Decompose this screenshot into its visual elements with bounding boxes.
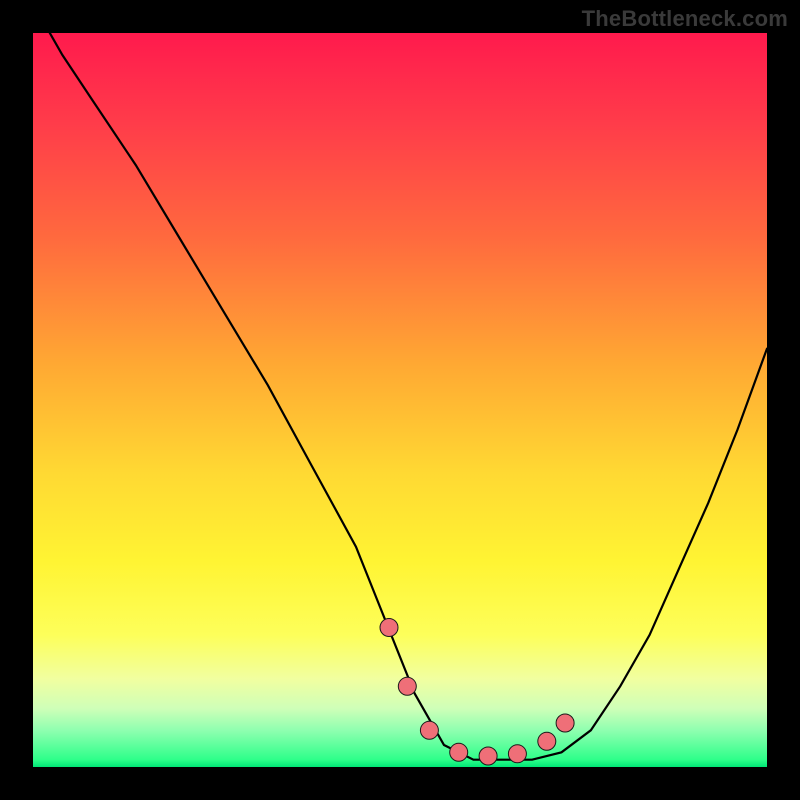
highlight-markers: [380, 619, 574, 766]
marker-point: [479, 747, 497, 765]
plot-area: [33, 33, 767, 767]
watermark-text: TheBottleneck.com: [582, 6, 788, 32]
marker-point: [380, 619, 398, 637]
marker-point: [538, 732, 556, 750]
chart-frame: TheBottleneck.com: [0, 0, 800, 800]
marker-point: [450, 743, 468, 761]
marker-point: [420, 721, 438, 739]
marker-point: [508, 745, 526, 763]
marker-point: [556, 714, 574, 732]
bottleneck-curve-path: [33, 33, 767, 760]
chart-svg: [33, 33, 767, 767]
marker-point: [398, 677, 416, 695]
